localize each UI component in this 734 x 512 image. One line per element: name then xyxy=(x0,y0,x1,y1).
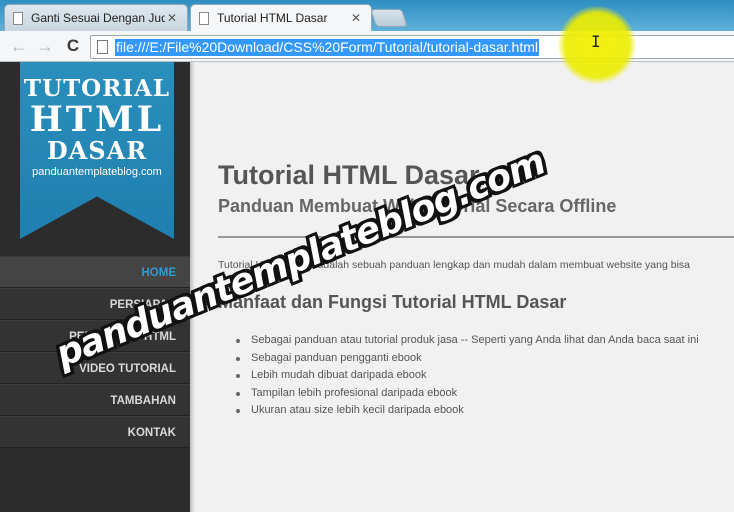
benefit-list: Sebagai panduan atau tutorial produk jas… xyxy=(236,332,699,420)
reload-icon[interactable]: C xyxy=(61,34,85,58)
list-item: Ukuran atau size lebih kecil daripada eb… xyxy=(236,402,699,420)
tab-title: Tutorial HTML Dasar xyxy=(217,11,328,25)
address-url[interactable]: file:///E:/File%20Download/CSS%20Form/Tu… xyxy=(115,39,539,56)
close-icon[interactable]: ✕ xyxy=(165,11,179,25)
list-item: Tampilan lebih profesional daripada eboo… xyxy=(236,385,699,403)
page-icon xyxy=(199,11,209,25)
address-bar[interactable]: file:///E:/File%20Download/CSS%20Form/Tu… xyxy=(90,35,734,59)
sidebar-item-kontak[interactable]: KONTAK xyxy=(0,416,190,448)
close-icon[interactable]: ✕ xyxy=(349,11,363,25)
tab-title: Ganti Sesuai Dengan Judu xyxy=(31,11,165,25)
list-item: Lebih mudah dibuat daripada ebook xyxy=(236,367,699,385)
logo-site-url: panduantemplateblog.com xyxy=(32,166,162,178)
sidebar-item-tambahan[interactable]: TAMBAHAN xyxy=(0,384,190,416)
sidebar: TUTORIAL HTML DASAR panduantemplateblog.… xyxy=(0,62,190,512)
page-icon xyxy=(13,11,23,25)
logo-line-html: HTML xyxy=(29,99,165,140)
section-title: Manfaat dan Fungsi Tutorial HTML Dasar xyxy=(218,292,567,312)
list-item: Sebagai panduan pengganti ebook xyxy=(236,350,699,368)
tab-ganti-sesuai[interactable]: Ganti Sesuai Dengan Judu ✕ xyxy=(4,4,188,31)
sidebar-item-home[interactable]: HOME xyxy=(0,256,190,288)
back-arrow-icon[interactable]: ← xyxy=(7,34,31,58)
page-icon xyxy=(97,40,108,54)
logo-ribbon[interactable]: TUTORIAL HTML DASAR panduantemplateblog.… xyxy=(20,62,174,239)
tab-tutorial-html-dasar[interactable]: Tutorial HTML Dasar ✕ xyxy=(190,4,372,31)
new-tab-button[interactable] xyxy=(370,9,408,27)
logo-line-dasar: DASAR xyxy=(46,136,148,165)
forward-arrow-icon[interactable]: → xyxy=(33,34,57,58)
text-cursor-icon: I xyxy=(591,32,601,51)
main-content: Tutorial HTML Dasar Panduan Membuat Web … xyxy=(218,62,734,512)
list-item: Sebagai panduan atau tutorial produk jas… xyxy=(236,332,699,350)
